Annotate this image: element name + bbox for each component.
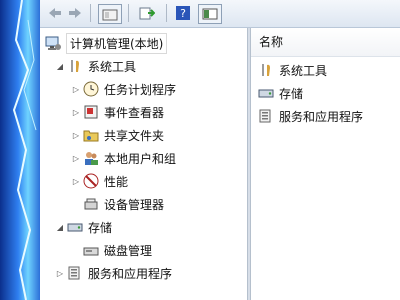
tree-label: 性能 bbox=[104, 174, 129, 189]
up-folder-icon[interactable] bbox=[98, 4, 122, 24]
disk-management-icon bbox=[82, 241, 100, 259]
list-item-label: 存储 bbox=[279, 86, 304, 101]
device-manager-icon bbox=[82, 195, 100, 213]
console-tree: 计算机管理(本地) ◢ 系统工具 ▷ 任务计划程序 ▷ 事件查看器 ▷ 共享文件… bbox=[40, 28, 247, 300]
services-icon bbox=[66, 264, 84, 282]
tree-item-device-manager[interactable]: 设备管理器 bbox=[82, 194, 164, 214]
svg-text:?: ? bbox=[180, 7, 186, 20]
expand-arrow-icon[interactable]: ▷ bbox=[70, 177, 82, 186]
expand-arrow-icon[interactable]: ▷ bbox=[70, 108, 82, 117]
lightning-decoration bbox=[12, 0, 37, 300]
shared-folder-icon bbox=[82, 126, 100, 144]
services-icon bbox=[257, 107, 275, 125]
tree-item-performance[interactable]: ▷ 性能 bbox=[70, 171, 128, 191]
tree-item-storage[interactable]: ◢ 存储 bbox=[54, 217, 112, 237]
tree-item-disk-management[interactable]: 磁盘管理 bbox=[82, 240, 152, 260]
storage-icon bbox=[66, 218, 84, 236]
clock-icon bbox=[82, 80, 100, 98]
list-item-label: 系统工具 bbox=[279, 63, 328, 78]
list-item-system-tools[interactable]: 系统工具 bbox=[257, 60, 327, 80]
list-item-storage[interactable]: 存储 bbox=[257, 83, 303, 103]
forward-arrow-icon[interactable] bbox=[66, 4, 84, 22]
details-list: 名称 系统工具 存储 服务和应用程序 bbox=[251, 28, 400, 300]
system-tools-icon bbox=[66, 57, 84, 75]
tree-item-local-users-groups[interactable]: ▷ 本地用户和组 bbox=[70, 148, 176, 168]
computer-management-icon bbox=[44, 34, 62, 52]
expand-arrow-icon[interactable]: ▷ bbox=[70, 131, 82, 140]
console-tree-toggle-icon[interactable] bbox=[198, 4, 222, 24]
performance-icon bbox=[82, 172, 100, 190]
collapse-arrow-icon[interactable]: ◢ bbox=[54, 62, 66, 71]
back-arrow-icon[interactable] bbox=[46, 4, 64, 22]
tree-label: 服务和应用程序 bbox=[88, 266, 173, 281]
column-header-name[interactable]: 名称 bbox=[251, 28, 400, 57]
event-log-icon bbox=[82, 103, 100, 121]
tree-label: 任务计划程序 bbox=[104, 82, 177, 97]
computer-management-window: ? 计算机管理(本地) ◢ 系统工具 ▷ 任务计划程序 ▷ 事件查看器 ▷ 共享… bbox=[40, 0, 400, 300]
help-icon[interactable]: ? bbox=[174, 4, 192, 22]
toolbar-separator bbox=[166, 4, 167, 22]
tree-item-root[interactable]: 计算机管理(本地) bbox=[44, 32, 168, 54]
tree-item-shared-folders[interactable]: ▷ 共享文件夹 bbox=[70, 125, 164, 145]
export-list-icon[interactable] bbox=[136, 4, 158, 22]
expand-arrow-icon[interactable]: ▷ bbox=[70, 154, 82, 163]
list-item-label: 服务和应用程序 bbox=[279, 109, 364, 124]
tree-item-task-scheduler[interactable]: ▷ 任务计划程序 bbox=[70, 79, 176, 99]
expand-arrow-icon[interactable]: ▷ bbox=[54, 269, 66, 278]
tree-item-system-tools[interactable]: ◢ 系统工具 bbox=[54, 56, 136, 76]
tree-label: 磁盘管理 bbox=[104, 243, 153, 258]
toolbar-separator bbox=[128, 4, 129, 22]
toolbar-separator bbox=[90, 4, 91, 22]
tree-label: 计算机管理(本地) bbox=[66, 32, 168, 54]
tree-item-services-apps[interactable]: ▷ 服务和应用程序 bbox=[54, 263, 172, 283]
storage-icon bbox=[257, 84, 275, 102]
system-tools-icon bbox=[257, 61, 275, 79]
collapse-arrow-icon[interactable]: ◢ bbox=[54, 223, 66, 232]
tree-label: 设备管理器 bbox=[104, 197, 165, 212]
tree-label: 本地用户和组 bbox=[104, 151, 177, 166]
expand-arrow-icon[interactable]: ▷ bbox=[70, 85, 82, 94]
users-icon bbox=[82, 149, 100, 167]
tree-label: 存储 bbox=[88, 220, 113, 235]
tree-label: 共享文件夹 bbox=[104, 128, 165, 143]
toolbar: ? bbox=[40, 0, 400, 28]
tree-label: 事件查看器 bbox=[104, 105, 165, 120]
tree-item-event-viewer[interactable]: ▷ 事件查看器 bbox=[70, 102, 164, 122]
tree-label: 系统工具 bbox=[88, 59, 137, 74]
list-item-services-apps[interactable]: 服务和应用程序 bbox=[257, 106, 363, 126]
